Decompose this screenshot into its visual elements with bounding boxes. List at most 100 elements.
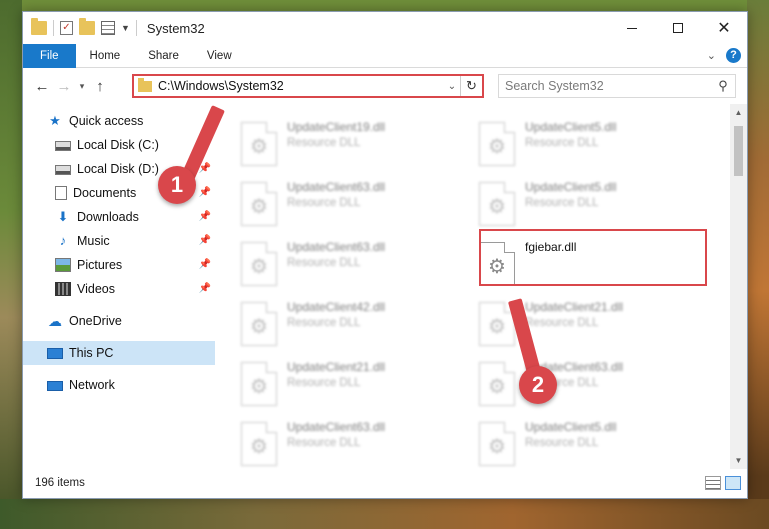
- dll-file-icon: ⚙: [241, 182, 277, 226]
- pin-icon: 📌: [198, 211, 211, 222]
- toolbar-separator: [53, 20, 54, 36]
- file-item[interactable]: ⚙ UpdateClient63.dll Resource DLL: [241, 178, 466, 230]
- file-item[interactable]: ⚙ UpdateClient19.dll Resource DLL: [241, 118, 466, 170]
- search-input[interactable]: [505, 79, 711, 93]
- desktop-background-bottom: [0, 499, 769, 529]
- dll-file-icon: ⚙: [241, 422, 277, 466]
- back-arrow-icon[interactable]: ←: [31, 78, 53, 95]
- music-icon: ♪: [59, 233, 67, 248]
- file-item[interactable]: ⚙ UpdateClient5.dll Resource DLL: [479, 178, 704, 230]
- gear-icon: ⚙: [250, 256, 268, 278]
- properties-check-icon[interactable]: ✓: [60, 21, 73, 35]
- refresh-icon[interactable]: ↻: [460, 76, 482, 96]
- view-toggle: [705, 476, 741, 490]
- download-icon: ⬇: [57, 209, 69, 224]
- sidebar-item-local-disk-c[interactable]: Local Disk (C:) 📌: [23, 133, 215, 157]
- dll-file-icon: ⚙: [241, 242, 277, 286]
- file-item[interactable]: ⚙ UpdateClient63.dll Resource DLL: [479, 358, 704, 410]
- quick-access-toolbar: ✓ ▼: [23, 18, 137, 36]
- title-bar: ✓ ▼ System32 ✕: [23, 12, 747, 44]
- toolbar-separator: [135, 20, 137, 36]
- address-bar[interactable]: C:\Windows\System32 ⌄ ↻: [132, 74, 484, 98]
- file-item[interactable]: ⚙ UpdateClient42.dll Resource DLL: [241, 298, 466, 350]
- file-list: ⚙ UpdateClient19.dll Resource DLL ⚙ Updat…: [215, 104, 735, 469]
- file-type: Resource DLL: [287, 197, 361, 209]
- recent-locations-chevron-icon[interactable]: ▾: [75, 81, 89, 92]
- scroll-up-arrow-icon[interactable]: ▲: [730, 104, 747, 121]
- pictures-icon: [55, 258, 71, 272]
- gear-icon: ⚙: [250, 316, 268, 338]
- sidebar-item-downloads[interactable]: ⬇ Downloads 📌: [23, 205, 215, 229]
- file-name: UpdateClient42.dll: [287, 300, 386, 314]
- gear-icon: ⚙: [488, 376, 506, 398]
- gear-icon: ⚙: [488, 136, 506, 158]
- gear-icon: ⚙: [250, 136, 268, 158]
- forward-arrow-icon[interactable]: →: [53, 78, 75, 95]
- this-pc-icon: [47, 348, 63, 359]
- file-name: UpdateClient21.dll: [525, 300, 624, 314]
- large-icons-view-icon[interactable]: [725, 476, 741, 490]
- tab-share[interactable]: Share: [134, 44, 193, 68]
- file-item[interactable]: ⚙ UpdateClient5.dll Resource DLL: [479, 418, 704, 469]
- minimize-button[interactable]: [609, 12, 655, 44]
- gear-icon: ⚙: [488, 196, 506, 218]
- navigation-bar: ← → ▾ ↑ C:\Windows\System32 ⌄ ↻ ⚲: [23, 68, 747, 104]
- ribbon-tabs: File Home Share View ⌄ ?: [23, 43, 747, 68]
- sidebar-item-music[interactable]: ♪ Music 📌: [23, 229, 215, 253]
- window-controls: ✕: [609, 12, 747, 44]
- expand-ribbon-chevron-icon[interactable]: ⌄: [707, 49, 716, 62]
- search-box[interactable]: ⚲: [498, 74, 736, 98]
- scrollbar-thumb[interactable]: [734, 126, 743, 176]
- file-name: UpdateClient5.dll: [525, 180, 617, 194]
- file-item[interactable]: ⚙ UpdateClient63.dll Resource DLL: [241, 238, 466, 290]
- close-button[interactable]: ✕: [701, 12, 747, 44]
- callout-badge-one: 1: [158, 166, 196, 204]
- file-item[interactable]: ⚙ UpdateClient5.dll Resource DLL: [479, 118, 704, 170]
- sidebar-item-this-pc[interactable]: This PC: [23, 341, 215, 365]
- sidebar-item-pictures[interactable]: Pictures 📌: [23, 253, 215, 277]
- tab-home[interactable]: Home: [76, 44, 135, 68]
- sidebar-item-network[interactable]: Network: [23, 373, 215, 397]
- address-dropdown-chevron-icon[interactable]: ⌄: [444, 81, 460, 92]
- scroll-down-arrow-icon[interactable]: ▼: [730, 452, 747, 469]
- file-type: Resource DLL: [525, 197, 599, 209]
- file-type: Resource DLL: [287, 437, 361, 449]
- sidebar-item-quick-access[interactable]: ★ Quick access: [23, 109, 215, 133]
- documents-icon: [55, 186, 67, 200]
- tab-file[interactable]: File: [23, 43, 76, 68]
- maximize-button[interactable]: [655, 12, 701, 44]
- folder-icon: [138, 77, 152, 92]
- dll-file-icon: ⚙: [241, 362, 277, 406]
- dll-file-icon: ⚙: [479, 122, 515, 166]
- gear-icon: ⚙: [250, 376, 268, 398]
- details-view-icon[interactable]: [705, 476, 721, 490]
- up-arrow-icon[interactable]: ↑: [89, 78, 111, 95]
- help-icon[interactable]: ?: [726, 48, 741, 63]
- file-item[interactable]: ⚙ UpdateClient21.dll Resource DLL: [241, 358, 466, 410]
- videos-icon: [55, 282, 71, 296]
- window-title: System32: [146, 20, 205, 36]
- network-icon: [47, 381, 63, 391]
- address-path[interactable]: C:\Windows\System32: [158, 79, 444, 93]
- vertical-scrollbar[interactable]: ▲ ▼: [730, 104, 747, 469]
- properties-icon[interactable]: [101, 21, 115, 35]
- new-folder-icon[interactable]: [79, 18, 95, 35]
- drive-icon: [55, 165, 71, 175]
- file-name: UpdateClient63.dll: [287, 240, 386, 254]
- file-type: Resource DLL: [287, 377, 361, 389]
- pin-icon: 📌: [198, 187, 211, 198]
- file-item[interactable]: ⚙ UpdateClient63.dll Resource DLL: [241, 418, 466, 469]
- sidebar-item-videos[interactable]: Videos 📌: [23, 277, 215, 301]
- ribbon-right-controls: ⌄ ?: [707, 48, 741, 63]
- customize-toolbar-chevron-icon[interactable]: ▼: [121, 23, 130, 33]
- file-type: Resource DLL: [525, 317, 599, 329]
- sidebar-item-label: Music: [77, 234, 110, 248]
- target-file-highlight: [479, 229, 707, 286]
- sidebar-item-onedrive[interactable]: ☁ OneDrive: [23, 309, 215, 333]
- file-type: Resource DLL: [525, 137, 599, 149]
- tab-view[interactable]: View: [193, 44, 246, 68]
- dll-file-icon: ⚙: [241, 122, 277, 166]
- dll-file-icon: ⚙: [479, 362, 515, 406]
- item-count: 196 items: [35, 477, 85, 489]
- search-icon[interactable]: ⚲: [711, 78, 735, 94]
